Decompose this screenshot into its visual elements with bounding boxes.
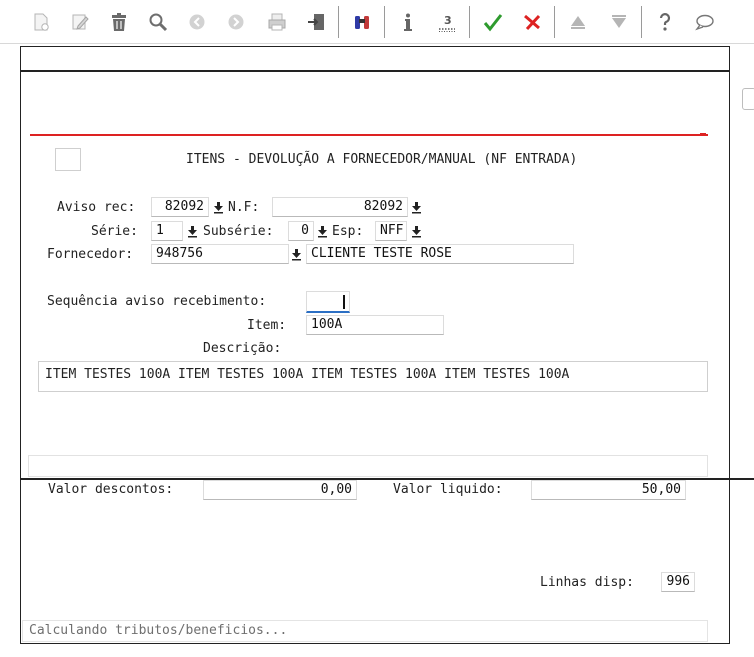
item-label: Item: [247,318,287,333]
fornecedor-name-field[interactable]: CLIENTE TESTE ROSE [306,244,574,264]
subserie-label: Subsérie: [203,224,274,239]
valor-descontos-label: Valor descontos: [48,482,174,497]
help-icon[interactable] [652,8,678,36]
text-caret [343,295,345,309]
select-checkbox[interactable] [55,148,81,171]
valor-liquido-field[interactable]: 50,00 [531,480,686,500]
linhas-disp-field[interactable]: 996 [661,572,695,592]
title-separator-tick [700,133,706,134]
subserie-field[interactable]: 0 [288,221,314,241]
serie-field[interactable]: 1 [151,221,183,241]
fornecedor-code-field[interactable]: 948756 [151,244,289,264]
previous-icon[interactable] [184,8,210,36]
aviso-rec-field[interactable]: 82092 [151,197,209,217]
valor-descontos-field[interactable]: 0,00 [203,480,357,500]
linhas-disp-label: Linhas disp: [540,575,634,590]
esp-field[interactable]: NFF [375,221,407,241]
inner-panel-strip [28,455,708,477]
arrow-down-icon[interactable] [211,198,225,216]
valor-liquido-label: Valor liquido: [393,482,503,497]
descricao-label: Descrição: [203,341,282,356]
scroll-up-icon[interactable] [565,8,591,36]
info-icon[interactable] [395,8,421,36]
search-icon[interactable] [145,8,171,36]
arrow-down-icon[interactable] [289,245,303,263]
nf-field[interactable]: 82092 [272,197,408,217]
list-icon[interactable]: 3 [434,8,460,36]
arrow-down-icon[interactable] [315,222,329,240]
toolbar-separator [384,6,385,38]
arrow-down-icon[interactable] [409,222,423,240]
edit-icon[interactable] [67,8,93,36]
frame-divider-top [20,70,730,72]
fornecedor-label: Fornecedor: [47,247,134,262]
serie-label: Série: [91,224,138,239]
item-field[interactable]: 100A [306,315,444,335]
nf-label: N.F: [228,200,260,215]
side-panel-handle[interactable] [742,88,754,110]
aviso-rec-label: Aviso rec: [57,200,136,215]
svg-text:3: 3 [444,14,452,27]
next-icon[interactable] [223,8,249,36]
sequencia-label: Sequência aviso recebimento: [47,294,267,309]
toolbar-separator [469,6,470,38]
exit-icon[interactable] [303,8,329,36]
new-document-icon[interactable] [28,8,54,36]
toolbar-separator [554,6,555,38]
cancel-x-icon[interactable] [519,8,545,36]
title-separator-line [30,134,708,136]
status-bar: Calculando tributos/beneficios... [22,620,708,642]
arrow-down-icon[interactable] [185,222,199,240]
scroll-down-icon[interactable] [606,8,632,36]
confirm-check-icon[interactable] [480,8,506,36]
page-title: ITENS - DEVOLUÇÃO A FORNECEDOR/MANUAL (N… [186,152,578,167]
descricao-field[interactable]: ITEM TESTES 100A ITEM TESTES 100A ITEM T… [38,361,708,392]
toolbar-separator [338,6,339,38]
arrow-down-icon[interactable] [409,198,423,216]
toolbar-separator [641,6,642,38]
binoculars-icon[interactable] [349,8,375,36]
esp-label: Esp: [332,224,364,239]
comment-icon[interactable] [691,8,717,36]
trash-icon[interactable] [106,8,132,36]
print-icon[interactable] [264,8,290,36]
toolbar: 3 [0,0,754,44]
